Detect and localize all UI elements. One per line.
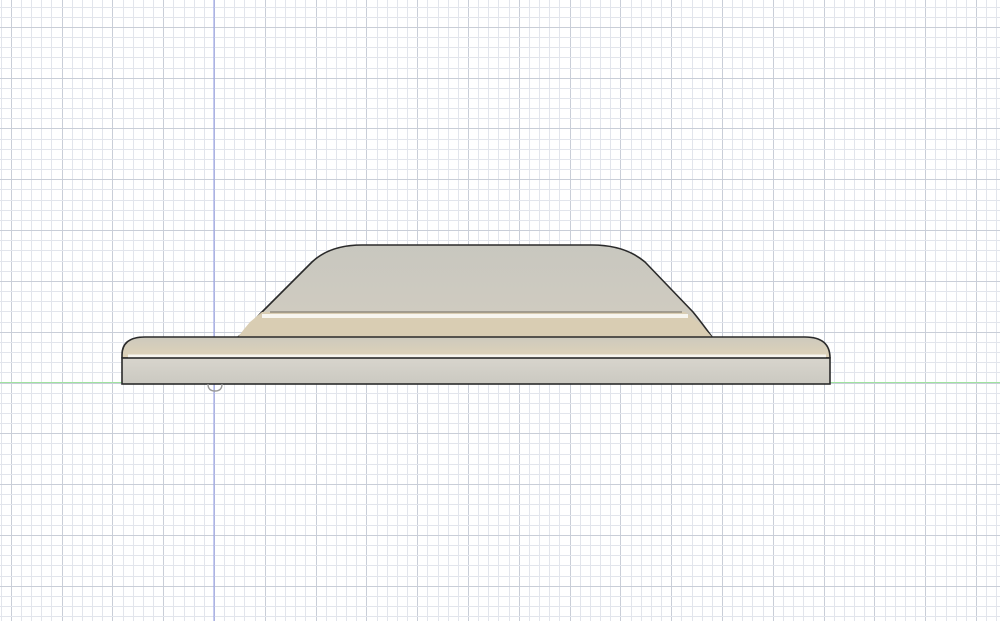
viewport-canvas[interactable] — [0, 0, 1000, 621]
model-body[interactable] — [121, 244, 831, 385]
model-base-side[interactable] — [121, 357, 831, 385]
cad-viewport[interactable] — [0, 0, 1000, 621]
